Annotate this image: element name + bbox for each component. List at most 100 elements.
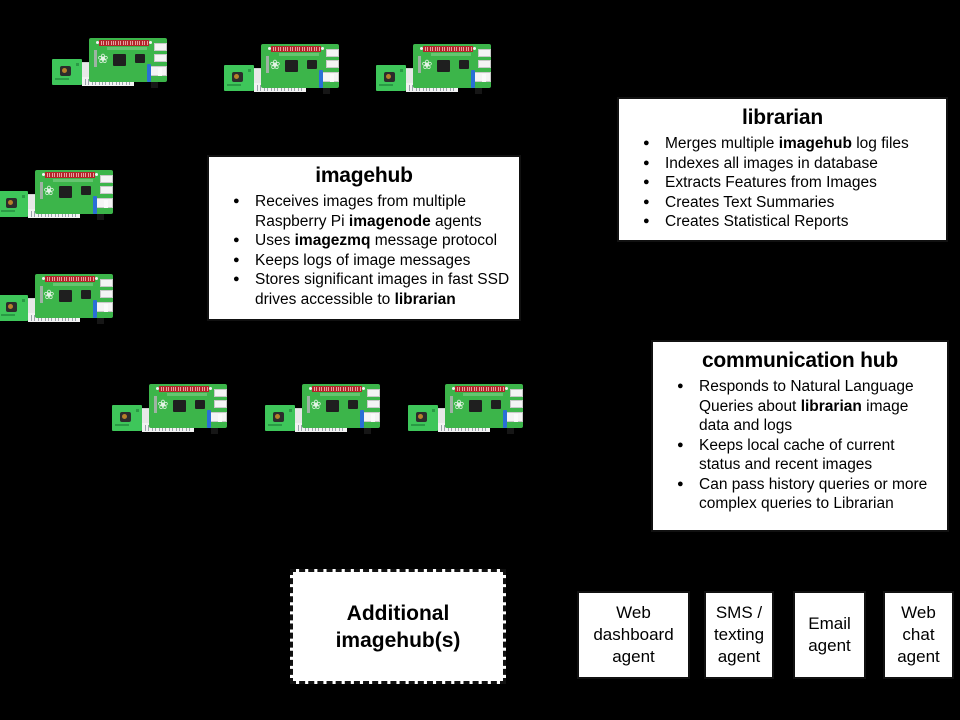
pi-soc-chip-icon bbox=[326, 400, 339, 412]
bullet-text: message protocol bbox=[370, 232, 498, 249]
sms-texting-agent-label: SMS / texting agent bbox=[714, 602, 764, 668]
raspberry-pi-imagenode-icon: ❀ bbox=[376, 38, 491, 98]
communication-hub-bullet-list: Responds to Natural Language Queries abo… bbox=[653, 376, 947, 514]
imagehub-card: imagehub Receives images from multiple R… bbox=[207, 155, 521, 321]
raspberry-logo-icon: ❀ bbox=[43, 287, 55, 302]
pi-board-icon: ❀ bbox=[89, 38, 167, 88]
pi-camera-connector-icon bbox=[266, 56, 269, 73]
pi-black-connector-icon bbox=[151, 82, 158, 88]
pi-mounting-hole bbox=[149, 41, 152, 44]
agent-line: dashboard bbox=[593, 625, 674, 644]
bullet-text: Creates Text Summaries bbox=[665, 193, 835, 211]
librarian-bullet-list: Merges multiple imagehub log filesIndexe… bbox=[619, 133, 946, 231]
camera-lens-icon bbox=[6, 302, 17, 312]
agent-line: texting bbox=[713, 625, 765, 644]
camera-lens-icon bbox=[120, 412, 131, 422]
diagram-canvas: ❀ ❀ ❀ ❀ ❀ ❀ ❀ ❀ imagehub Receives images… bbox=[0, 0, 960, 720]
pi-mounting-hole bbox=[156, 387, 159, 390]
pi-mounting-hole bbox=[42, 277, 45, 280]
bullet-emphasis: imagehub bbox=[778, 135, 852, 152]
agent-line: agent bbox=[897, 647, 940, 666]
pi-secondary-chip-icon bbox=[348, 400, 358, 409]
pi-mounting-hole bbox=[420, 47, 423, 50]
pi-board-icon: ❀ bbox=[149, 384, 227, 434]
imagehub-bullet-list: Receives images from multiple Raspberry … bbox=[209, 191, 519, 309]
pi-usb-port-icon bbox=[478, 49, 491, 57]
web-dashboard-agent-box: Web dashboard agent bbox=[577, 591, 690, 679]
pi-mounting-hole bbox=[209, 387, 212, 390]
bullet-text: Keeps logs of image messages bbox=[255, 251, 471, 269]
bullet-item: Receives images from multiple Raspberry … bbox=[233, 191, 511, 231]
pi-usb-port-icon bbox=[214, 389, 227, 397]
bullet-item: Indexes all images in database bbox=[643, 153, 938, 173]
pi-usb-port-icon bbox=[154, 54, 167, 62]
pi-camera-connector-icon bbox=[450, 396, 453, 413]
communication-hub-card: communication hub Responds to Natural La… bbox=[651, 340, 949, 532]
pi-gpio-header-icon bbox=[312, 386, 362, 392]
raspberry-logo-icon: ❀ bbox=[453, 397, 465, 412]
pi-usb-port-icon bbox=[214, 400, 227, 408]
sms-texting-agent-box: SMS / texting agent bbox=[704, 591, 774, 679]
pi-soc-chip-icon bbox=[437, 60, 450, 72]
pi-gpio-header-icon bbox=[159, 386, 209, 392]
pi-secondary-chip-icon bbox=[491, 400, 501, 409]
pi-blue-connector-icon bbox=[93, 196, 97, 214]
pi-soc-chip-icon bbox=[285, 60, 298, 72]
pi-mounting-hole bbox=[505, 387, 508, 390]
pi-gpio-header-icon bbox=[45, 276, 95, 282]
pi-usb-port-icon bbox=[154, 43, 167, 51]
raspberry-logo-icon: ❀ bbox=[269, 57, 281, 72]
pi-camera-connector-icon bbox=[40, 286, 43, 303]
bullet-text: Keeps local cache of current status and … bbox=[699, 436, 895, 474]
raspberry-pi-imagenode-icon: ❀ bbox=[0, 164, 113, 224]
agent-line: Web bbox=[901, 603, 936, 622]
pi-mounting-hole bbox=[268, 47, 271, 50]
pi-camera-module-icon bbox=[265, 405, 295, 431]
pi-usb-port-icon bbox=[100, 186, 113, 194]
pi-small-connector-icon bbox=[514, 414, 518, 422]
librarian-card: librarian Merges multiple imagehub log f… bbox=[617, 97, 948, 242]
pi-silkscreen bbox=[107, 47, 147, 50]
bullet-text: Stores significant images in fast SSD dr… bbox=[255, 271, 510, 308]
pi-mounting-hole bbox=[452, 387, 455, 390]
additional-imagehubs-card: Additional imagehub(s) bbox=[290, 569, 506, 684]
bullet-emphasis: librarian bbox=[800, 397, 862, 415]
pi-secondary-chip-icon bbox=[81, 186, 91, 195]
email-agent-box: Email agent bbox=[793, 591, 866, 679]
pi-silkscreen bbox=[53, 179, 93, 182]
pi-small-connector-icon bbox=[371, 414, 375, 422]
pi-silkscreen bbox=[431, 53, 471, 56]
pi-gpio-header-icon bbox=[45, 172, 95, 178]
pi-camera-module-icon bbox=[112, 405, 142, 431]
bullet-item: Responds to Natural Language Queries abo… bbox=[677, 376, 939, 436]
additional-imagehubs-label: Additional imagehub(s) bbox=[336, 600, 461, 654]
bullet-emphasis: imagezmq bbox=[294, 232, 371, 249]
pi-blue-connector-icon bbox=[503, 410, 507, 428]
pi-mounting-hole bbox=[95, 173, 98, 176]
pi-camera-module-icon bbox=[0, 191, 28, 217]
bullet-item: Uses imagezmq message protocol bbox=[233, 230, 511, 250]
raspberry-pi-imagenode-icon: ❀ bbox=[112, 378, 227, 438]
pi-board-icon: ❀ bbox=[261, 44, 339, 94]
pi-board-icon: ❀ bbox=[35, 274, 113, 324]
pi-silkscreen bbox=[279, 53, 319, 56]
pi-black-connector-icon bbox=[211, 428, 218, 434]
pi-blue-connector-icon bbox=[471, 70, 475, 88]
raspberry-logo-icon: ❀ bbox=[421, 57, 433, 72]
bullet-text: agents bbox=[430, 212, 482, 230]
pi-secondary-chip-icon bbox=[135, 54, 145, 63]
pi-usb-port-icon bbox=[367, 389, 380, 397]
pi-secondary-chip-icon bbox=[195, 400, 205, 409]
raspberry-pi-imagenode-icon: ❀ bbox=[408, 378, 523, 438]
web-dashboard-agent-label: Web dashboard agent bbox=[593, 602, 673, 668]
pi-mounting-hole bbox=[309, 387, 312, 390]
pi-usb-port-icon bbox=[100, 279, 113, 287]
pi-silkscreen bbox=[463, 393, 503, 396]
pi-camera-connector-icon bbox=[418, 56, 421, 73]
camera-lens-icon bbox=[6, 198, 17, 208]
bullet-text: Uses bbox=[255, 232, 295, 249]
pi-gpio-header-icon bbox=[423, 46, 473, 52]
pi-black-connector-icon bbox=[323, 88, 330, 94]
pi-small-connector-icon bbox=[104, 200, 108, 208]
camera-lens-icon bbox=[416, 412, 427, 422]
